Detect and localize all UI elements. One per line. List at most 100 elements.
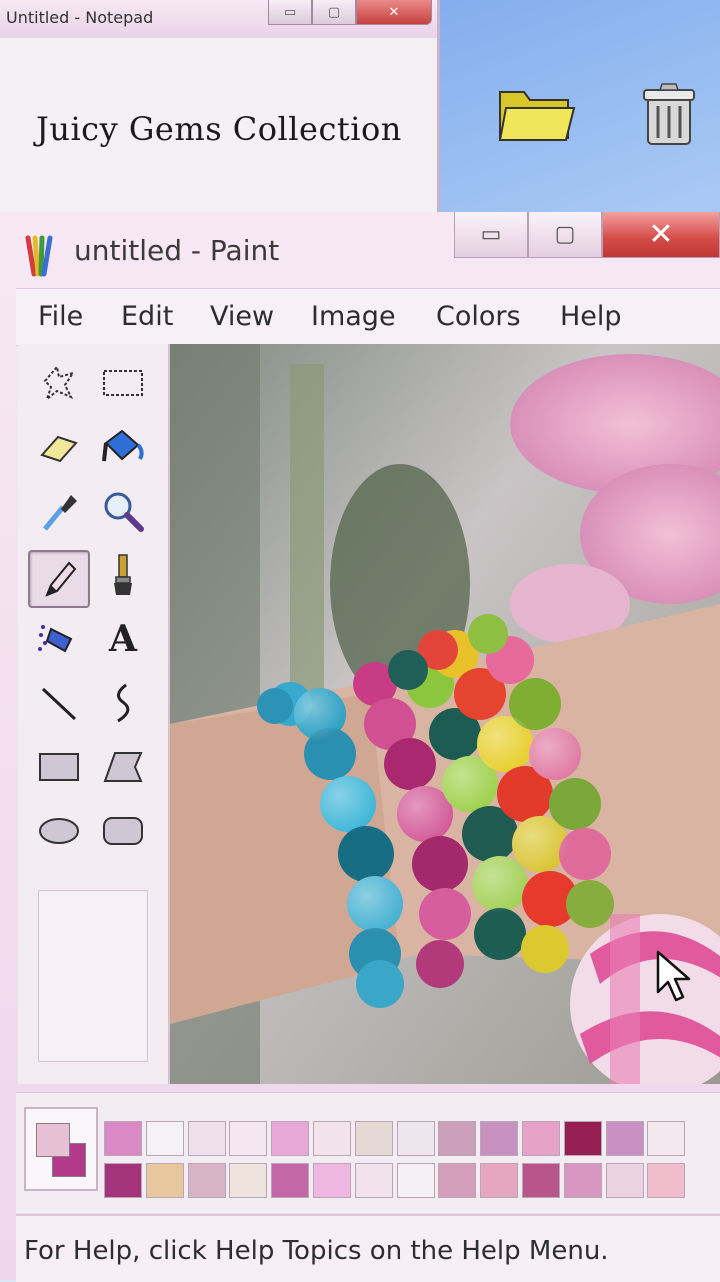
palette-swatch[interactable] xyxy=(354,1121,393,1156)
paint-maximize-button[interactable]: ▢ xyxy=(528,212,602,258)
color-palette xyxy=(16,1092,720,1213)
paint-menubar: File Edit View Image Colors Help xyxy=(16,288,720,346)
rectangle-icon xyxy=(39,753,79,781)
minimize-icon: ▭ xyxy=(480,222,502,247)
status-bar: For Help, click Help Topics on the Help … xyxy=(16,1214,720,1282)
menu-image[interactable]: Image xyxy=(311,301,396,332)
polygon-tool[interactable] xyxy=(98,742,148,792)
polygon-icon xyxy=(103,752,143,782)
menu-edit[interactable]: Edit xyxy=(121,301,173,332)
paint-minimize-button[interactable]: ▭ xyxy=(454,212,528,258)
palette-swatch[interactable] xyxy=(229,1121,268,1156)
palette-swatch[interactable] xyxy=(187,1121,226,1156)
palette-swatch[interactable] xyxy=(480,1121,519,1156)
menu-help[interactable]: Help xyxy=(560,301,622,332)
palette-swatch[interactable] xyxy=(563,1121,602,1156)
palette-swatch[interactable] xyxy=(271,1163,310,1198)
magnifier-icon xyxy=(104,492,144,532)
paint-window-controls: ▭ ▢ ✕ xyxy=(454,212,720,260)
rectangle-tool[interactable] xyxy=(34,742,84,792)
palette-swatch[interactable] xyxy=(522,1121,560,1156)
palette-swatch[interactable] xyxy=(145,1163,184,1198)
line-icon xyxy=(41,687,77,721)
notepad-maximize-button[interactable]: ▢ xyxy=(312,0,356,25)
menu-file[interactable]: File xyxy=(38,301,83,332)
close-icon: ✕ xyxy=(388,4,400,20)
palette-swatch[interactable] xyxy=(396,1121,435,1156)
airbrush-tool[interactable] xyxy=(34,614,84,664)
palette-swatch[interactable] xyxy=(396,1163,435,1198)
curve-icon xyxy=(117,683,130,723)
brush-tool[interactable] xyxy=(98,550,148,600)
palette-swatch[interactable] xyxy=(480,1163,519,1198)
paint-canvas[interactable] xyxy=(170,344,720,1084)
notepad-titlebar[interactable]: Untitled - Notepad ▭ ▢ ✕ xyxy=(0,0,437,38)
primary-color-swatch[interactable] xyxy=(36,1123,70,1157)
palette-swatch[interactable] xyxy=(647,1121,686,1156)
palette-swatch[interactable] xyxy=(438,1163,477,1198)
brush-icon xyxy=(114,554,132,595)
palette-swatch[interactable] xyxy=(647,1163,686,1198)
palette-swatch[interactable] xyxy=(563,1163,602,1198)
current-colors-indicator[interactable] xyxy=(24,1107,98,1191)
close-icon: ✕ xyxy=(648,217,674,252)
ellipse-tool[interactable] xyxy=(34,806,84,856)
notepad-window-controls: ▭ ▢ ✕ xyxy=(268,0,432,26)
fill-tool[interactable] xyxy=(98,422,148,472)
paint-title: untitled - Paint xyxy=(74,234,280,267)
folder-icon[interactable] xyxy=(496,82,576,144)
notepad-window[interactable]: Untitled - Notepad ▭ ▢ ✕ Juicy Gems Coll… xyxy=(0,0,440,212)
paint-titlebar[interactable]: untitled - Paint ▭ ▢ ✕ xyxy=(0,212,720,286)
text-tool-icon: A xyxy=(109,618,137,660)
eraser-icon xyxy=(40,435,78,463)
palette-swatch[interactable] xyxy=(605,1163,644,1198)
palette-swatch[interactable] xyxy=(145,1121,184,1156)
palette-swatch[interactable] xyxy=(104,1121,142,1156)
tool-options-box[interactable] xyxy=(38,890,148,1062)
airbrush-icon xyxy=(38,625,73,653)
paint-close-button[interactable]: ✕ xyxy=(602,212,720,258)
canvas-photo xyxy=(170,344,720,1084)
ellipse-icon xyxy=(39,818,79,844)
palette-swatch[interactable] xyxy=(438,1121,477,1156)
palette-swatch[interactable] xyxy=(354,1163,393,1198)
fill-bucket-icon xyxy=(102,429,144,462)
maximize-icon: ▢ xyxy=(554,222,576,247)
palette-swatch[interactable] xyxy=(187,1163,226,1198)
paint-app-icon xyxy=(24,234,54,278)
rect-select-icon xyxy=(103,370,143,396)
magnifier-tool[interactable] xyxy=(98,486,148,536)
free-form-select-icon xyxy=(43,364,76,402)
notepad-text-area[interactable]: Juicy Gems Collection xyxy=(0,38,437,212)
line-tool[interactable] xyxy=(34,678,84,728)
palette-swatch[interactable] xyxy=(229,1163,268,1198)
paint-toolbox: A xyxy=(18,344,170,1084)
notepad-document-text: Juicy Gems Collection xyxy=(36,110,402,148)
palette-swatch[interactable] xyxy=(313,1121,351,1156)
status-text: For Help, click Help Topics on the Help … xyxy=(24,1236,609,1266)
pencil-icon xyxy=(45,561,77,597)
pencil-tool[interactable] xyxy=(28,550,90,608)
rounded-rect-tool[interactable] xyxy=(98,806,148,856)
rect-select-tool[interactable] xyxy=(98,358,148,408)
eraser-tool[interactable] xyxy=(34,422,84,472)
paint-window[interactable]: untitled - Paint ▭ ▢ ✕ File Edit View Im… xyxy=(0,212,720,1282)
menu-view[interactable]: View xyxy=(210,301,274,332)
free-form-select-tool[interactable] xyxy=(34,358,84,408)
menu-colors[interactable]: Colors xyxy=(436,301,521,332)
text-tool[interactable]: A xyxy=(98,614,148,664)
rounded-rect-icon xyxy=(103,817,143,845)
mouse-cursor-icon xyxy=(656,950,691,1002)
palette-swatch[interactable] xyxy=(104,1163,142,1198)
palette-swatch[interactable] xyxy=(522,1163,560,1198)
palette-swatch[interactable] xyxy=(605,1121,644,1156)
recycle-bin-icon[interactable] xyxy=(642,82,696,148)
palette-swatch[interactable] xyxy=(271,1121,310,1156)
curve-tool[interactable] xyxy=(98,678,148,728)
notepad-minimize-button[interactable]: ▭ xyxy=(268,0,312,25)
maximize-icon: ▢ xyxy=(327,4,341,20)
palette-swatch[interactable] xyxy=(313,1163,351,1198)
color-picker-tool[interactable] xyxy=(34,486,84,536)
color-picker-icon xyxy=(43,495,77,531)
notepad-close-button[interactable]: ✕ xyxy=(356,0,432,25)
